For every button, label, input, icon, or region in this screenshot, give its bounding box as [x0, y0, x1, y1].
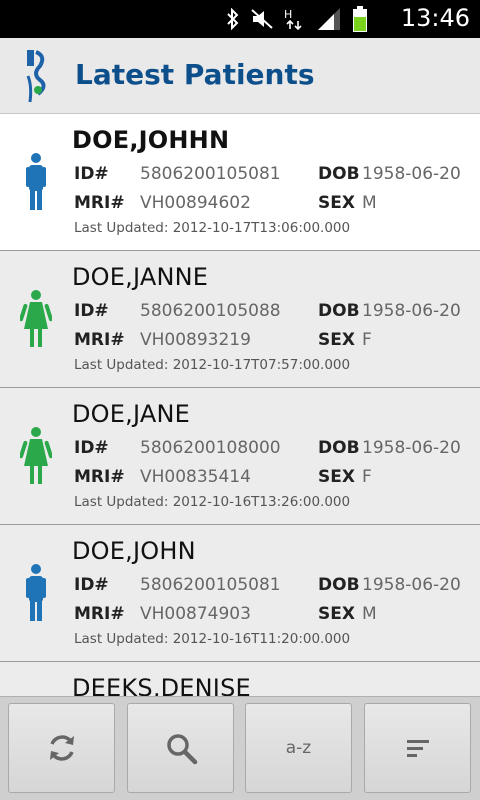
sort-lines-icon [406, 740, 429, 757]
last-updated-value: 2012-10-17T07:57:00.000 [172, 357, 351, 373]
patient-name: DOE,JOHN [72, 537, 196, 565]
dob-label: DOB [318, 301, 360, 321]
patient-dob: 1958-06-20 [362, 164, 461, 184]
last-updated: Last Updated: 2012-10-17T13:06:00.000 [74, 220, 350, 236]
mri-label: MRI# [74, 604, 125, 624]
search-button[interactable] [127, 703, 234, 793]
last-updated: Last Updated: 2012-10-17T07:57:00.000 [74, 357, 350, 373]
sex-label: SEX [318, 604, 355, 624]
id-label: ID# [74, 301, 109, 321]
sort-az-icon: a-z [285, 738, 312, 758]
patient-dob: 1958-06-20 [362, 438, 461, 458]
signal-icon [318, 8, 340, 30]
dob-label: DOB [318, 575, 360, 595]
patient-mri: VH00894602 [140, 193, 251, 213]
male-icon [26, 153, 46, 210]
id-label: ID# [74, 438, 109, 458]
page-title: Latest Patients [75, 58, 315, 91]
last-updated-label: Last Updated: [74, 220, 169, 236]
patient-row[interactable]: DEEKS,DENISE [0, 662, 480, 696]
patient-dob: 1958-06-20 [362, 575, 461, 595]
patient-sex: F [362, 467, 372, 487]
bluetooth-icon [227, 8, 239, 30]
patient-sex: F [362, 330, 372, 350]
patient-row[interactable]: DOE,JANE ID# 5806200108000 DOB 1958-06-2… [0, 388, 480, 525]
dob-label: DOB [318, 164, 360, 184]
last-updated-label: Last Updated: [74, 357, 169, 373]
app-header: Latest Patients [0, 38, 480, 114]
female-icon [20, 427, 52, 484]
last-updated-value: 2012-10-16T11:20:00.000 [172, 631, 351, 647]
patient-sex: M [362, 604, 377, 624]
patient-name: DOE,JANE [72, 400, 190, 428]
clock: 13:46 [400, 4, 470, 32]
app-logo-icon [26, 50, 46, 103]
mri-label: MRI# [74, 330, 125, 350]
id-label: ID# [74, 164, 109, 184]
female-icon [20, 290, 52, 347]
svg-text:H: H [284, 8, 292, 21]
patient-mri: VH00835414 [140, 467, 251, 487]
mute-icon [251, 9, 273, 29]
sort-az-button[interactable]: a-z [245, 703, 352, 793]
patient-mri: VH00874903 [140, 604, 251, 624]
patient-id: 5806200108000 [140, 438, 281, 458]
hsdpa-icon: H [284, 8, 302, 31]
patient-id: 5806200105081 [140, 164, 281, 184]
last-updated: Last Updated: 2012-10-16T11:20:00.000 [74, 631, 350, 647]
patient-list[interactable]: DOE,JOHHN ID# 5806200105081 DOB 1958-06-… [0, 114, 480, 696]
patient-name: DOE,JANNE [72, 263, 209, 291]
patient-name: DOE,JOHHN [72, 126, 230, 154]
refresh-icon [49, 735, 74, 761]
patient-id: 5806200105088 [140, 301, 281, 321]
status-icons: H [226, 6, 368, 32]
patient-row[interactable]: DOE,JOHHN ID# 5806200105081 DOB 1958-06-… [0, 114, 480, 251]
patient-id: 5806200105081 [140, 575, 281, 595]
sex-label: SEX [318, 467, 355, 487]
patient-row[interactable]: DOE,JOHN ID# 5806200105081 DOB 1958-06-2… [0, 525, 480, 662]
male-icon [26, 564, 46, 621]
last-updated-value: 2012-10-17T13:06:00.000 [172, 220, 351, 236]
patient-name: DEEKS,DENISE [72, 674, 251, 696]
filter-button[interactable] [364, 703, 471, 793]
patient-dob: 1958-06-20 [362, 301, 461, 321]
search-icon [166, 734, 197, 765]
sex-label: SEX [318, 330, 355, 350]
dob-label: DOB [318, 438, 360, 458]
last-updated-label: Last Updated: [74, 494, 169, 510]
last-updated-label: Last Updated: [74, 631, 169, 647]
bottom-toolbar: a-z [0, 696, 480, 800]
patient-row[interactable]: DOE,JANNE ID# 5806200105088 DOB 1958-06-… [0, 251, 480, 388]
refresh-button[interactable] [8, 703, 115, 793]
patient-mri: VH00893219 [140, 330, 251, 350]
id-label: ID# [74, 575, 109, 595]
status-bar: H 13:46 [0, 0, 480, 38]
last-updated: Last Updated: 2012-10-16T13:26:00.000 [74, 494, 350, 510]
last-updated-value: 2012-10-16T13:26:00.000 [172, 494, 351, 510]
sex-label: SEX [318, 193, 355, 213]
mri-label: MRI# [74, 193, 125, 213]
battery-icon [353, 6, 367, 32]
mri-label: MRI# [74, 467, 125, 487]
patient-sex: M [362, 193, 377, 213]
